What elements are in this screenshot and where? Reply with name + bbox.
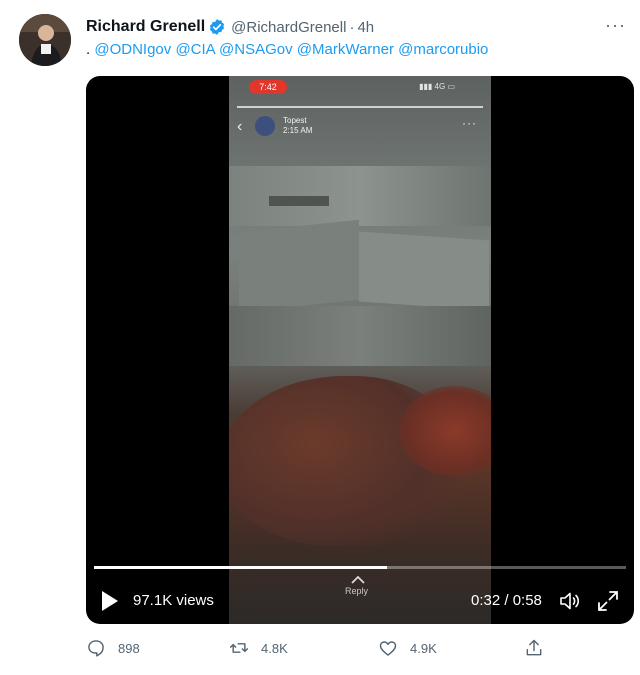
play-icon [102, 591, 118, 611]
author-avatar[interactable] [19, 14, 71, 66]
retweet-button[interactable]: 4.8K [229, 638, 288, 658]
mention-link[interactable]: @CIA [175, 41, 214, 58]
tweet-header: Richard Grenell @RichardGrenell · 4h [86, 16, 374, 38]
story-more-icon: ··· [462, 116, 477, 130]
verified-badge-icon [208, 18, 226, 36]
like-count: 4.9K [410, 640, 437, 656]
story-username: Topest [283, 116, 307, 125]
author-name[interactable]: Richard Grenell [86, 18, 205, 36]
share-button[interactable] [524, 638, 544, 658]
retweet-icon [229, 643, 249, 653]
video-frame: 7:42 ▮▮▮ 4G ▭ ‹ Topest 2:15 AM ··· [229, 76, 491, 624]
story-back-icon: ‹ [237, 118, 243, 135]
video-timecode: 0:32 / 0:58 [471, 592, 542, 609]
like-button[interactable]: 4.9K [378, 638, 437, 658]
reply-count: 898 [118, 640, 140, 656]
story-network-label: 4G [434, 82, 446, 91]
share-icon [526, 639, 542, 656]
tweet-text: . @ODNIgov @CIA @NSAGov @MarkWarner @mar… [86, 41, 488, 58]
tweet-actions-bar: 898 4.8K 4.9K [0, 634, 640, 666]
story-user-info: Topest 2:15 AM [283, 116, 312, 136]
author-handle[interactable]: @RichardGrenell [231, 19, 346, 36]
volume-button[interactable] [558, 589, 582, 613]
mention-link[interactable]: @NSAGov [219, 41, 293, 58]
play-button[interactable] [100, 590, 120, 612]
reply-chevron-icon [351, 573, 365, 587]
story-avatar [255, 116, 275, 136]
mention-link[interactable]: @MarkWarner [297, 41, 394, 58]
reply-icon [88, 640, 104, 657]
video-progress-fill [94, 566, 387, 569]
heart-icon [379, 641, 397, 656]
video-player[interactable]: 7:42 ▮▮▮ 4G ▭ ‹ Topest 2:15 AM ··· Reply… [86, 76, 634, 624]
video-progress-bar[interactable] [94, 566, 626, 569]
story-status-time: 7:42 [249, 80, 287, 94]
fullscreen-button[interactable] [596, 589, 620, 613]
volume-icon [560, 592, 580, 610]
tweet-timestamp[interactable]: 4h [357, 19, 374, 36]
mention-link[interactable]: @ODNIgov [94, 41, 171, 58]
story-progress-bar [237, 106, 483, 108]
view-count: 97.1K views [133, 592, 214, 609]
mention-link[interactable]: @marcorubio [398, 41, 488, 58]
story-post-time: 2:15 AM [283, 126, 313, 135]
reply-label: Reply [345, 586, 369, 596]
fullscreen-icon [598, 591, 618, 611]
story-network: ▮▮▮ 4G ▭ [419, 82, 455, 91]
header-separator: · [349, 18, 355, 36]
reply-button[interactable]: 898 [86, 638, 140, 658]
more-options-icon[interactable]: ··· [605, 16, 626, 34]
retweet-count: 4.8K [261, 640, 288, 656]
